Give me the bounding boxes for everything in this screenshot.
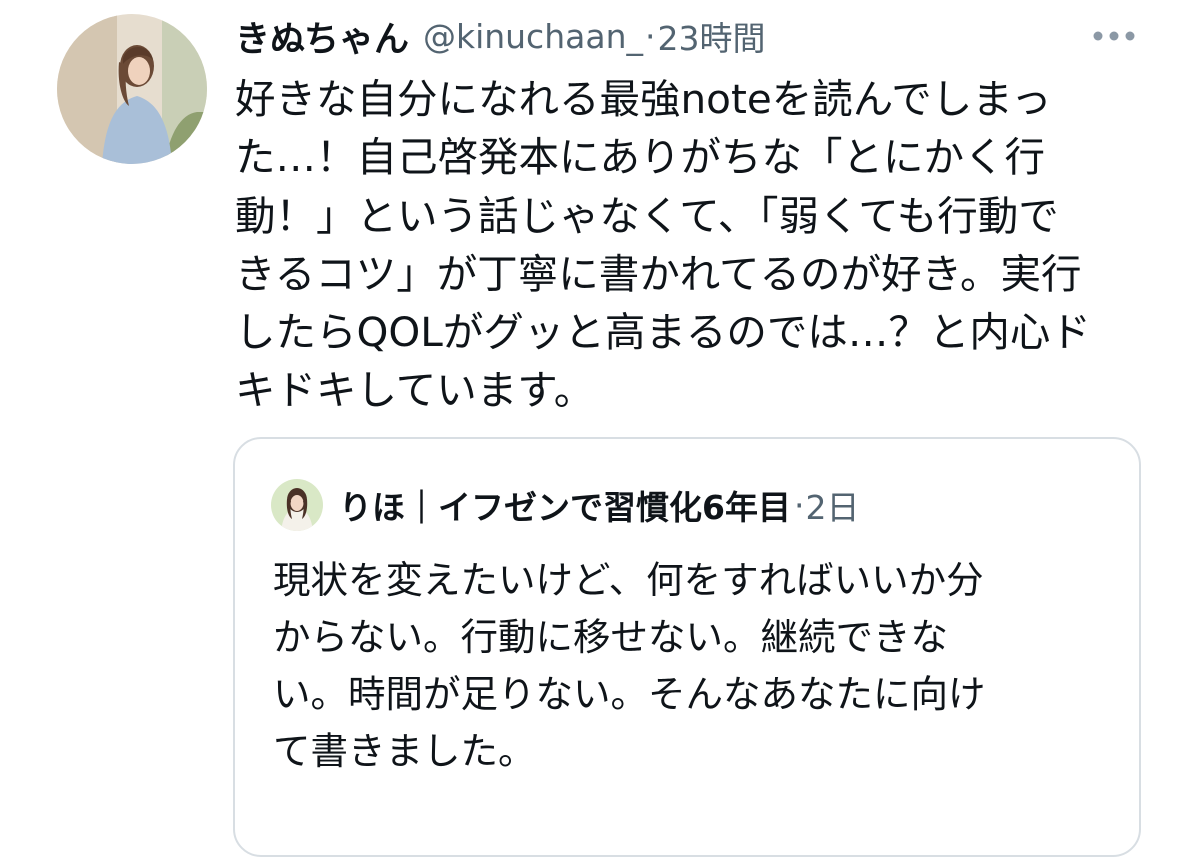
author-handle[interactable]: @kinuchaan_ [423, 17, 643, 56]
more-horizontal-icon [1093, 31, 1135, 41]
tweet-text: 好きな自分になれる最強noteを読んでしまっ た…！自己啓発本にありがちな「とに… [235, 70, 1140, 420]
author-display-name[interactable]: きぬちゃん [235, 11, 409, 62]
quoted-author-display-name[interactable]: りほ｜イフゼンで習慣化6年目 [339, 481, 791, 529]
author-avatar-photo [57, 14, 207, 164]
quoted-text-line: からない。行動に移せない。継続できな [273, 615, 948, 659]
quoted-tweet-card[interactable]: りほ｜イフゼンで習慣化6年目 · 2日 現状を変えたいけど、何をすればいいか分 … [233, 437, 1141, 857]
quoted-tweet-header: りほ｜イフゼンで習慣化6年目 · 2日 [271, 479, 859, 531]
tweet-text-line: きるコツ」が丁寧に書かれてるのが好き。実行 [235, 249, 1082, 298]
quoted-author-avatar-photo [271, 479, 323, 531]
tweet-text-line: キドキしています。 [235, 366, 595, 415]
tweet-text-line: 好きな自分になれる最強noteを読んでしまっ [235, 75, 1052, 123]
tweet-timestamp[interactable]: 23時間 [657, 12, 765, 60]
quoted-tweet-text: 現状を変えたいけど、何をすればいいか分 からない。行動に移せない。継続できな い… [273, 552, 1113, 780]
quoted-author-avatar[interactable] [271, 479, 323, 531]
tweet-text-line: た…！自己啓発本にありがちな「とにかく行 [235, 133, 1045, 182]
quoted-tweet-timestamp[interactable]: 2日 [805, 481, 859, 529]
tweet-text-line: したらQOLがグッと高まるのでは…？と内心ド [235, 308, 1091, 357]
quoted-text-line: い。時間が足りない。そんなあなたに向け [273, 672, 986, 716]
author-avatar[interactable] [57, 14, 207, 164]
quoted-text-line: 現状を変えたいけど、何をすればいいか分 [273, 558, 984, 602]
tweet-text-line: 動！」という話じゃなくて、「弱くても行動で [235, 191, 1059, 240]
more-options-button[interactable] [1088, 18, 1140, 54]
quoted-text-line: て書きました。 [273, 729, 536, 773]
quoted-header-separator: · [793, 485, 805, 525]
tweet-header: きぬちゃん @kinuchaan_ · 23時間 [235, 10, 765, 62]
header-separator: · [644, 16, 656, 56]
